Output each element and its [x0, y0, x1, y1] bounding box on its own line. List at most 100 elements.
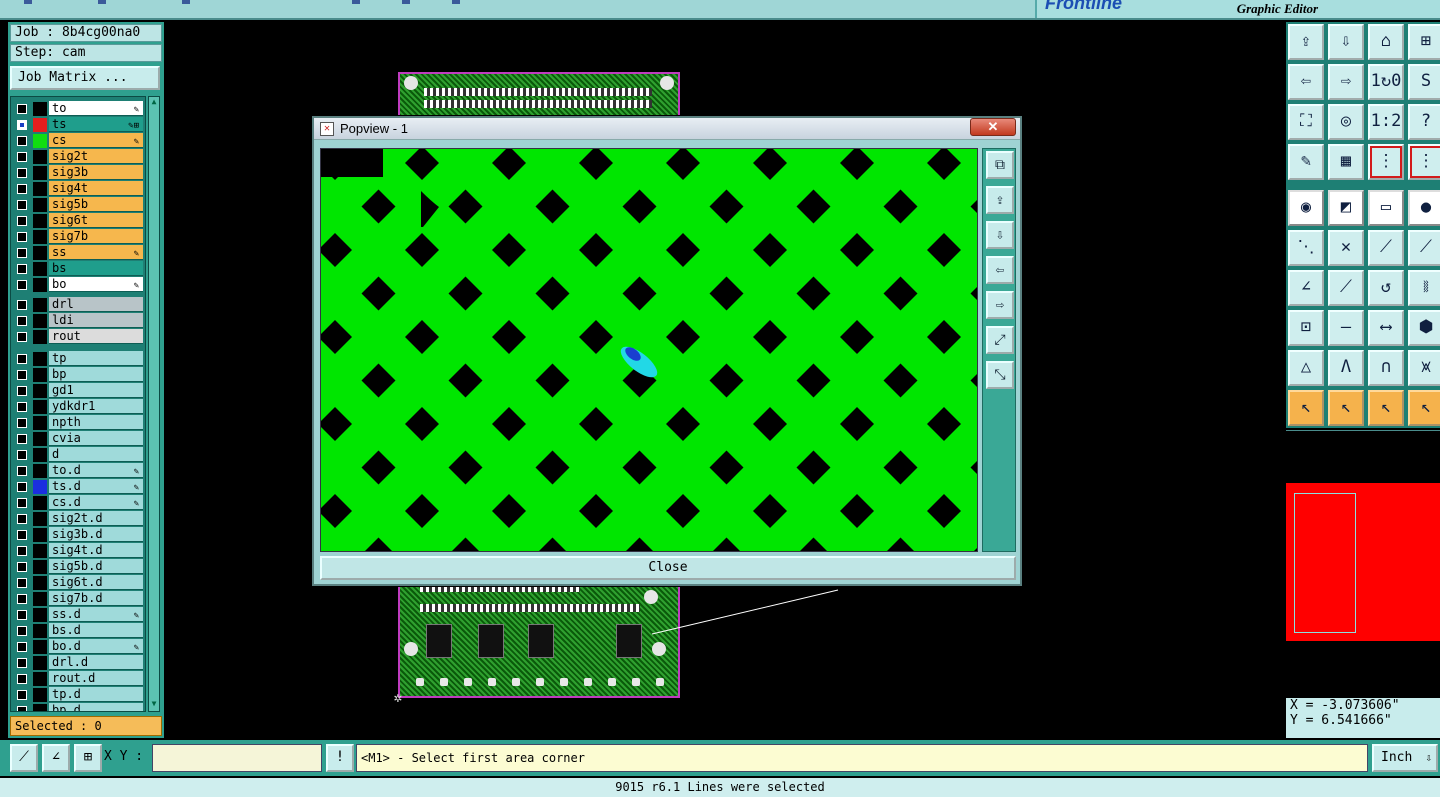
layer-row[interactable]: rout [13, 329, 145, 345]
layer-checkbox[interactable] [17, 184, 27, 194]
layer-checkbox[interactable] [17, 418, 27, 428]
layer-name[interactable]: sig6t.d [49, 575, 143, 590]
shapes-button[interactable]: ⬢ [1408, 310, 1440, 346]
layer-color-swatch[interactable] [33, 640, 47, 654]
layer-color-swatch[interactable] [33, 102, 47, 116]
help-button[interactable]: ? [1408, 104, 1440, 140]
layer-name[interactable]: bp.d [49, 703, 143, 711]
layer-name[interactable]: bo ✎ [49, 277, 143, 292]
layer-color-swatch[interactable] [33, 198, 47, 212]
select-button[interactable]: ↖ [1288, 390, 1324, 426]
layer-color-swatch[interactable] [33, 352, 47, 366]
layer-checkbox[interactable] [17, 498, 27, 508]
xy-input[interactable] [152, 744, 322, 772]
layer-row[interactable]: drl.d [13, 655, 145, 671]
layer-row[interactable]: d [13, 447, 145, 463]
layer-color-swatch[interactable] [33, 448, 47, 462]
zoom-down-button[interactable]: ⇩ [1328, 24, 1364, 60]
measure-button[interactable]: ✎ [1288, 144, 1324, 180]
circle-button[interactable]: ● [1408, 190, 1440, 226]
popview-pan-right-icon[interactable]: ⇨ [986, 291, 1014, 319]
net-highlight-button[interactable]: ⋮ [1408, 144, 1440, 180]
layer-row[interactable]: rout.d [13, 671, 145, 687]
cross-button[interactable]: ✕ [1328, 230, 1364, 266]
layer-row[interactable]: sig6t [13, 213, 145, 229]
layer-color-swatch[interactable] [33, 182, 47, 196]
layer-name[interactable]: d [49, 447, 143, 462]
layer-color-swatch[interactable] [33, 704, 47, 711]
layer-checkbox[interactable] [17, 578, 27, 588]
warning-icon[interactable]: ! [326, 744, 354, 772]
layer-color-swatch[interactable] [33, 400, 47, 414]
layer-checkbox[interactable] [17, 136, 27, 146]
fit-button[interactable]: ⛶ [1288, 104, 1324, 140]
layer-row[interactable]: sig4t [13, 181, 145, 197]
layer-color-swatch[interactable] [33, 496, 47, 510]
select-step-button[interactable]: ↖ [1408, 390, 1440, 426]
layer-color-swatch[interactable] [33, 314, 47, 328]
window-layout-button[interactable]: ⊞ [1408, 24, 1440, 60]
layer-row[interactable]: ldi [13, 313, 145, 329]
layer-row[interactable]: ts.d ✎ [13, 479, 145, 495]
popview-expand-icon[interactable]: ⤡ [986, 361, 1014, 389]
layer-list-scrollbar[interactable]: ▲ ▼ [148, 96, 160, 712]
popview-close-icon[interactable]: ✕ [970, 118, 1016, 136]
layer-color-swatch[interactable] [33, 544, 47, 558]
popview-layout-icon[interactable]: ⧉ [986, 151, 1014, 179]
layer-checkbox[interactable] [17, 690, 27, 700]
popview-canvas[interactable] [320, 148, 978, 552]
angle-line-button[interactable]: ∠ [1288, 270, 1324, 306]
layer-row[interactable]: sig2t [13, 149, 145, 165]
layer-color-swatch[interactable] [33, 576, 47, 590]
layer-row[interactable]: bo.d ✎ [13, 639, 145, 655]
layer-checkbox[interactable] [17, 562, 27, 572]
layer-color-swatch[interactable] [33, 368, 47, 382]
layer-row[interactable]: ts ✎⊞ [13, 117, 145, 133]
layer-checkbox[interactable] [17, 120, 27, 130]
layer-row[interactable]: sig3b.d [13, 527, 145, 543]
layer-checkbox[interactable] [17, 232, 27, 242]
layer-checkbox[interactable] [17, 466, 27, 476]
layer-color-swatch[interactable] [33, 118, 47, 132]
layer-row[interactable]: bo ✎ [13, 277, 145, 293]
layer-name[interactable]: ts ✎⊞ [49, 117, 143, 132]
layer-name[interactable]: tp.d [49, 687, 143, 702]
layer-color-swatch[interactable] [33, 672, 47, 686]
layer-name[interactable]: sig7b [49, 229, 143, 244]
layer-name[interactable]: bo.d ✎ [49, 639, 143, 654]
a-shape-button[interactable]: Λ [1328, 350, 1364, 386]
layer-color-swatch[interactable] [33, 150, 47, 164]
layer-color-swatch[interactable] [33, 298, 47, 312]
layer-checkbox[interactable] [17, 300, 27, 310]
layer-color-swatch[interactable] [33, 512, 47, 526]
layer-row[interactable]: ss.d ✎ [13, 607, 145, 623]
job-matrix-button[interactable]: Job Matrix ... [10, 66, 160, 90]
popview-window[interactable]: ✕ Popview - 1 ✕ ⧉ ⇪ ⇩ ⇦ ⇨ ⤢ ⤡ Close [312, 116, 1022, 586]
layer-checkbox[interactable] [17, 152, 27, 162]
layer-row[interactable]: bs [13, 261, 145, 277]
horizontal-line-button[interactable]: — [1328, 310, 1364, 346]
layer-checkbox[interactable] [17, 610, 27, 620]
layer-checkbox[interactable] [17, 530, 27, 540]
net-connect-button[interactable]: ⋮ [1368, 144, 1404, 180]
layer-row[interactable]: cvia [13, 431, 145, 447]
layer-row[interactable]: to.d ✎ [13, 463, 145, 479]
diagonal-button[interactable]: ⟋ [1328, 270, 1364, 306]
layer-name[interactable]: drl.d [49, 655, 143, 670]
layer-list[interactable]: to ✎ ts ✎⊞ cs ✎ sig2t sig3b sig4t sig5b sig6t sig7b… [10, 96, 146, 712]
layer-row[interactable]: npth [13, 415, 145, 431]
layer-name[interactable]: sig6t [49, 213, 143, 228]
ruler-button[interactable]: ▭ [1368, 190, 1404, 226]
layer-color-swatch[interactable] [33, 528, 47, 542]
layer-name[interactable]: sig3b.d [49, 527, 143, 542]
layer-row[interactable]: tp [13, 351, 145, 367]
pan-right-button[interactable]: ⇨ [1328, 64, 1364, 100]
layer-name[interactable]: sig2t.d [49, 511, 143, 526]
layer-name[interactable]: sig4t.d [49, 543, 143, 558]
layer-name[interactable]: cs ✎ [49, 133, 143, 148]
popview-titlebar[interactable]: ✕ Popview - 1 ✕ [314, 118, 1020, 140]
layer-color-swatch[interactable] [33, 214, 47, 228]
layer-checkbox[interactable] [17, 354, 27, 364]
layer-checkbox[interactable] [17, 642, 27, 652]
layer-color-swatch[interactable] [33, 656, 47, 670]
